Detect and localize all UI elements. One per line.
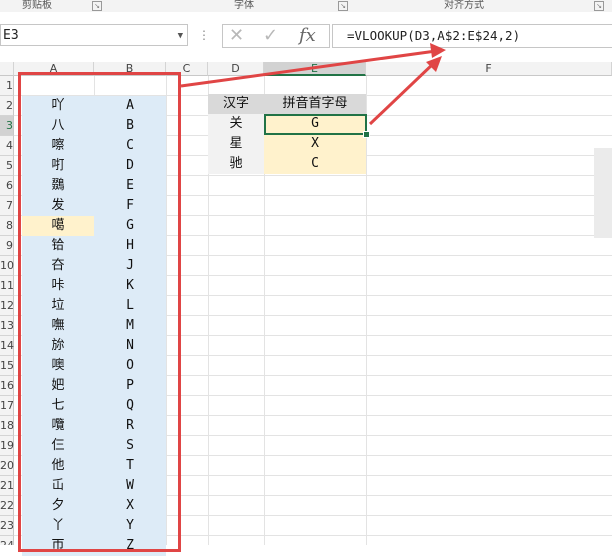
- row-header-6[interactable]: 6: [0, 176, 14, 196]
- lookup-e4[interactable]: X: [264, 134, 366, 154]
- row-header-5[interactable]: 5: [0, 156, 14, 176]
- chevron-down-icon[interactable]: ▼: [178, 25, 183, 47]
- row-header-23[interactable]: 23: [0, 516, 14, 536]
- row-header-18[interactable]: 18: [0, 416, 14, 436]
- lookup-d4[interactable]: 星: [208, 134, 264, 154]
- lookup-d3[interactable]: 关: [208, 114, 264, 134]
- cancel-icon[interactable]: ✕: [229, 25, 244, 47]
- active-cell-border: [264, 114, 367, 135]
- column-header-f[interactable]: F: [366, 62, 612, 76]
- row-header-4[interactable]: 4: [0, 136, 14, 156]
- row-header-7[interactable]: 7: [0, 196, 14, 216]
- insert-function-icon[interactable]: fx: [299, 25, 316, 47]
- row-header-8[interactable]: 8: [0, 216, 14, 236]
- font-launcher-icon[interactable]: ↘: [338, 1, 348, 11]
- row-header-20[interactable]: 20: [0, 456, 14, 476]
- row-header-12[interactable]: 12: [0, 296, 14, 316]
- row-header-3[interactable]: 3: [0, 116, 14, 136]
- row-header-14[interactable]: 14: [0, 336, 14, 356]
- select-all-corner[interactable]: [0, 62, 14, 76]
- header-pinyin-initial[interactable]: 拼音首字母: [264, 94, 366, 114]
- row-header-10[interactable]: 10: [0, 256, 14, 276]
- name-box[interactable]: E3 ▼: [0, 24, 188, 46]
- fill-handle[interactable]: [363, 131, 370, 138]
- row-header-1[interactable]: 1: [0, 76, 14, 96]
- clipboard-launcher-icon[interactable]: ↘: [92, 1, 102, 11]
- name-box-value: E3: [3, 28, 19, 43]
- row-header-22[interactable]: 22: [0, 496, 14, 516]
- alignment-launcher-icon[interactable]: ↘: [594, 1, 604, 11]
- header-hanzi[interactable]: 汉字: [208, 94, 264, 114]
- formula-controls: ✕ ✓ fx: [222, 24, 330, 48]
- lookup-e5[interactable]: C: [264, 154, 366, 174]
- ribbon-group-clipboard[interactable]: 剪贴板: [22, 0, 52, 11]
- range-annotation-box: [18, 72, 181, 552]
- row-header-21[interactable]: 21: [0, 476, 14, 496]
- scroll-region[interactable]: [594, 148, 612, 238]
- row-header-9[interactable]: 9: [0, 236, 14, 256]
- row-header-16[interactable]: 16: [0, 376, 14, 396]
- row-header-17[interactable]: 17: [0, 396, 14, 416]
- row-header-11[interactable]: 11: [0, 276, 14, 296]
- row-header-2[interactable]: 2: [0, 96, 14, 116]
- splitter-handle[interactable]: ⋮: [198, 28, 211, 42]
- row-header-13[interactable]: 13: [0, 316, 14, 336]
- ribbon-group-font[interactable]: 字体: [234, 0, 254, 11]
- row-header-24[interactable]: 24: [0, 536, 14, 545]
- column-header-e[interactable]: E: [264, 62, 366, 76]
- formula-input[interactable]: =VLOOKUP(D3,A$2:E$24,2): [332, 24, 612, 48]
- lookup-d5[interactable]: 驰: [208, 154, 264, 174]
- row-header-19[interactable]: 19: [0, 436, 14, 456]
- row-header-15[interactable]: 15: [0, 356, 14, 376]
- enter-check-icon[interactable]: ✓: [263, 25, 278, 47]
- ribbon-group-alignment[interactable]: 对齐方式: [444, 0, 484, 11]
- column-header-d[interactable]: D: [208, 62, 264, 76]
